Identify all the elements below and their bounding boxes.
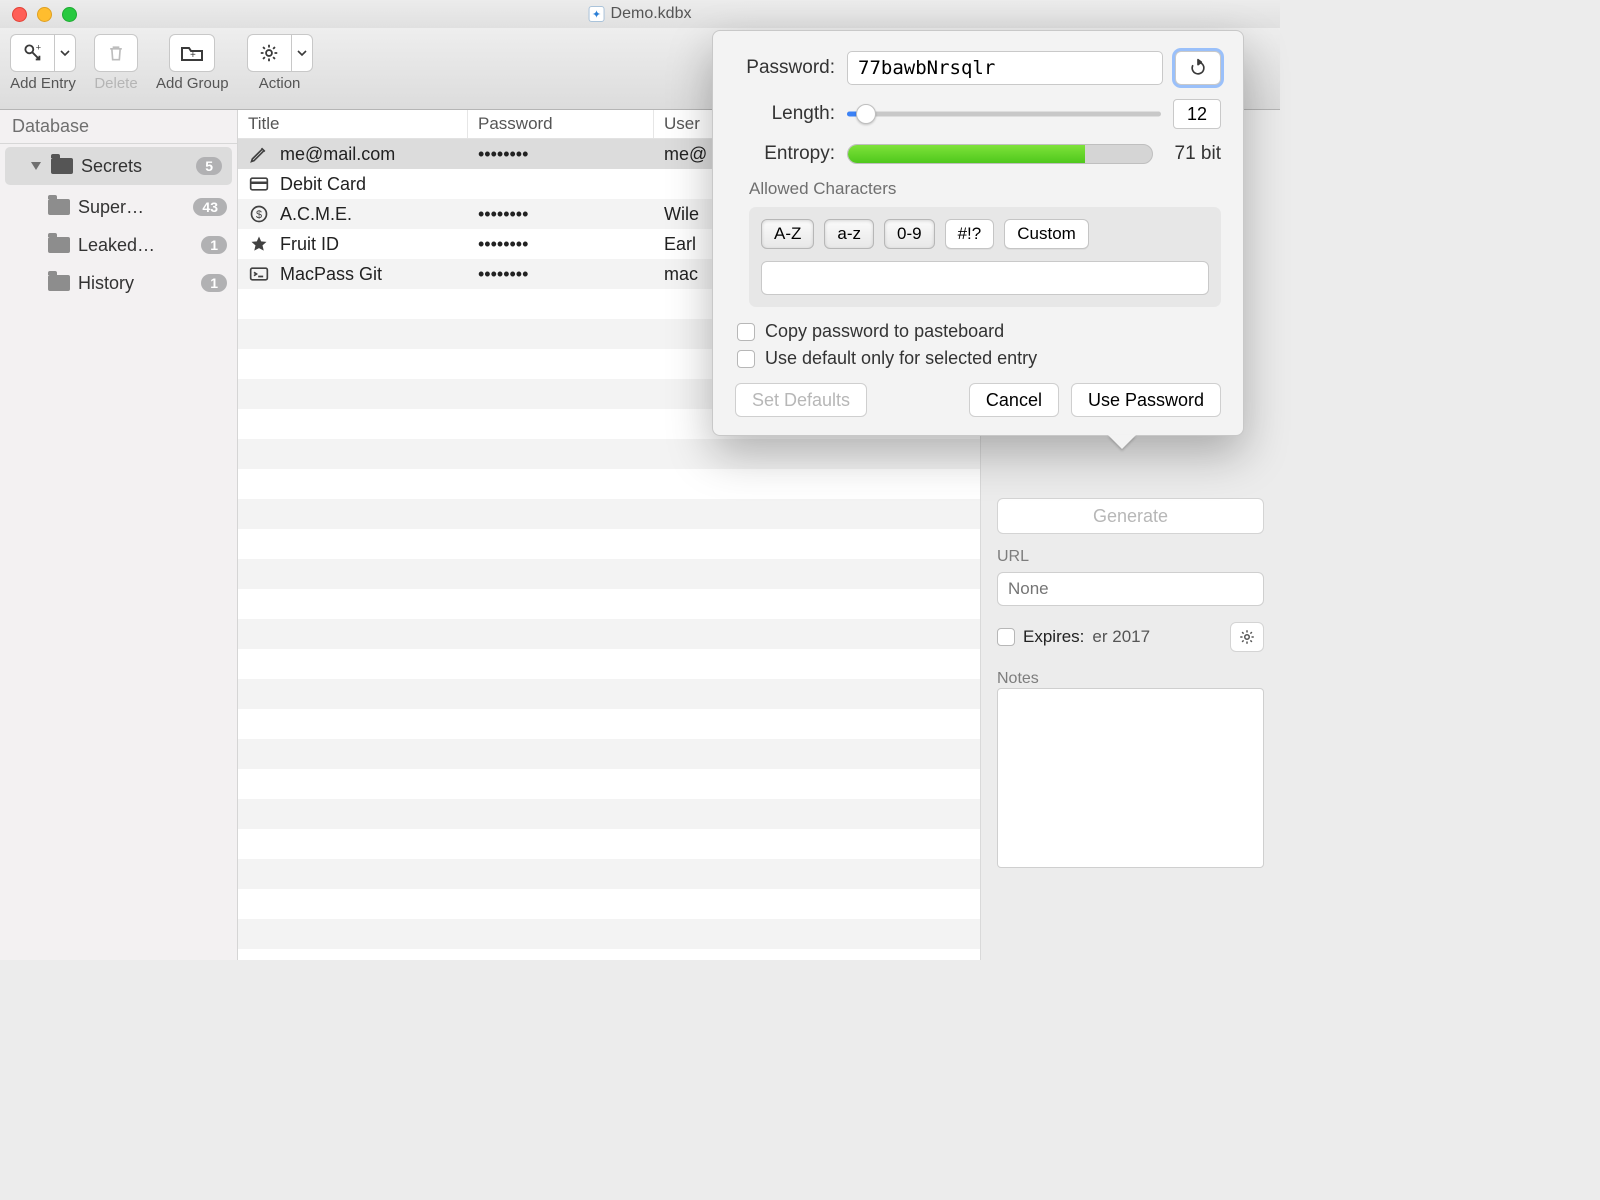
action-menu-button[interactable] (291, 34, 313, 72)
action-button[interactable] (247, 34, 291, 72)
use-default-selected-label: Use default only for selected entry (765, 348, 1037, 369)
folder-icon (48, 275, 70, 291)
svg-text:+: + (35, 42, 40, 52)
card-icon (248, 176, 270, 192)
sidebar: Database Secrets 5 Super… 43 Leaked… 1 H… (0, 110, 238, 960)
count-badge: 5 (196, 157, 222, 175)
add-group-button[interactable]: + (169, 34, 215, 72)
window-zoom-button[interactable] (62, 7, 77, 22)
column-password[interactable]: Password (468, 110, 654, 138)
star-icon (248, 234, 270, 254)
allowed-chars-group: A-Z a-z 0-9 #!? Custom (749, 207, 1221, 307)
charset-custom-toggle[interactable]: Custom (1004, 219, 1089, 249)
length-field[interactable] (1173, 99, 1221, 129)
term-icon (248, 266, 270, 282)
password-generator-popover: Password: Length: Entropy: 71 bit Allowe… (712, 30, 1244, 436)
expires-label: Expires: (1023, 627, 1084, 647)
entry-password: •••••••• (468, 144, 654, 165)
count-badge: 43 (193, 198, 227, 216)
copy-to-pasteboard-label: Copy password to pasteboard (765, 321, 1004, 342)
action-label: Action (259, 75, 301, 92)
charset-lower-toggle[interactable]: a-z (824, 219, 874, 249)
dollar-icon: $ (248, 204, 270, 224)
entry-password: •••••••• (468, 204, 654, 225)
custom-charset-field[interactable] (761, 261, 1209, 295)
column-title[interactable]: Title (238, 110, 468, 138)
charset-digits-toggle[interactable]: 0-9 (884, 219, 935, 249)
chevron-down-icon (297, 48, 307, 58)
add-entry-button[interactable]: + (10, 34, 54, 72)
use-default-selected-checkbox[interactable] (737, 350, 755, 368)
set-defaults-button[interactable]: Set Defaults (735, 383, 867, 417)
password-label: Password: (735, 57, 835, 79)
regenerate-button[interactable] (1175, 51, 1221, 85)
key-plus-icon: + (22, 42, 44, 64)
delete-label: Delete (94, 75, 137, 92)
expires-checkbox[interactable] (997, 628, 1015, 646)
entry-title: me@mail.com (280, 144, 395, 165)
cancel-button[interactable]: Cancel (969, 383, 1059, 417)
sidebar-item-label: History (78, 273, 201, 294)
sidebar-item-label: Super… (78, 197, 193, 218)
entropy-meter (847, 144, 1153, 164)
folder-icon (48, 237, 70, 253)
entry-password: •••••••• (468, 264, 654, 285)
add-entry-label: Add Entry (10, 75, 76, 92)
disclosure-triangle-icon[interactable] (31, 162, 41, 170)
sidebar-item-leaked[interactable]: Leaked… 1 (0, 226, 237, 264)
trash-icon (106, 42, 126, 64)
add-entry-menu-button[interactable] (54, 34, 76, 72)
entropy-value: 71 bit (1165, 143, 1221, 165)
gear-icon (1238, 628, 1256, 646)
allowed-chars-label: Allowed Characters (749, 179, 1221, 199)
delete-button[interactable] (94, 34, 138, 72)
chevron-down-icon (60, 48, 70, 58)
folder-icon (48, 199, 70, 215)
notes-label: Notes (997, 670, 1264, 688)
sidebar-item-history[interactable]: History 1 (0, 264, 237, 302)
entry-title: A.C.M.E. (280, 204, 352, 225)
copy-to-pasteboard-checkbox[interactable] (737, 323, 755, 341)
length-slider[interactable] (847, 103, 1161, 125)
entropy-label: Entropy: (735, 143, 835, 165)
pen-icon (248, 144, 270, 164)
entry-password: •••••••• (468, 234, 654, 255)
length-label: Length: (735, 103, 835, 125)
generate-button[interactable]: Generate (997, 498, 1264, 534)
folder-plus-icon: + (180, 43, 204, 63)
charset-upper-toggle[interactable]: A-Z (761, 219, 814, 249)
svg-text:+: + (190, 50, 196, 61)
window-title: Demo.kdbx (611, 5, 692, 23)
expires-value: er 2017 (1092, 627, 1222, 647)
refresh-icon (1188, 58, 1208, 78)
document-icon: ✦ (589, 6, 605, 22)
expires-settings-button[interactable] (1230, 622, 1264, 652)
sidebar-item-label: Leaked… (78, 235, 201, 256)
entry-title: MacPass Git (280, 264, 382, 285)
entry-title: Debit Card (280, 174, 366, 195)
charset-symbols-toggle[interactable]: #!? (945, 219, 995, 249)
url-field[interactable] (997, 572, 1264, 606)
window-minimize-button[interactable] (37, 7, 52, 22)
notes-textarea[interactable] (997, 688, 1264, 868)
add-group-label: Add Group (156, 75, 229, 92)
window-close-button[interactable] (12, 7, 27, 22)
gear-icon (258, 42, 280, 64)
sidebar-item-super[interactable]: Super… 43 (0, 188, 237, 226)
entry-title: Fruit ID (280, 234, 339, 255)
sidebar-item-label: Secrets (81, 156, 196, 177)
sidebar-item-secrets[interactable]: Secrets 5 (5, 147, 232, 185)
folder-icon (51, 158, 73, 174)
sidebar-header: Database (0, 110, 237, 144)
generated-password-field[interactable] (847, 51, 1163, 85)
titlebar: ✦ Demo.kdbx (0, 0, 1280, 28)
svg-text:$: $ (256, 209, 262, 221)
count-badge: 1 (201, 274, 227, 292)
count-badge: 1 (201, 236, 227, 254)
url-label: URL (997, 548, 1264, 566)
use-password-button[interactable]: Use Password (1071, 383, 1221, 417)
